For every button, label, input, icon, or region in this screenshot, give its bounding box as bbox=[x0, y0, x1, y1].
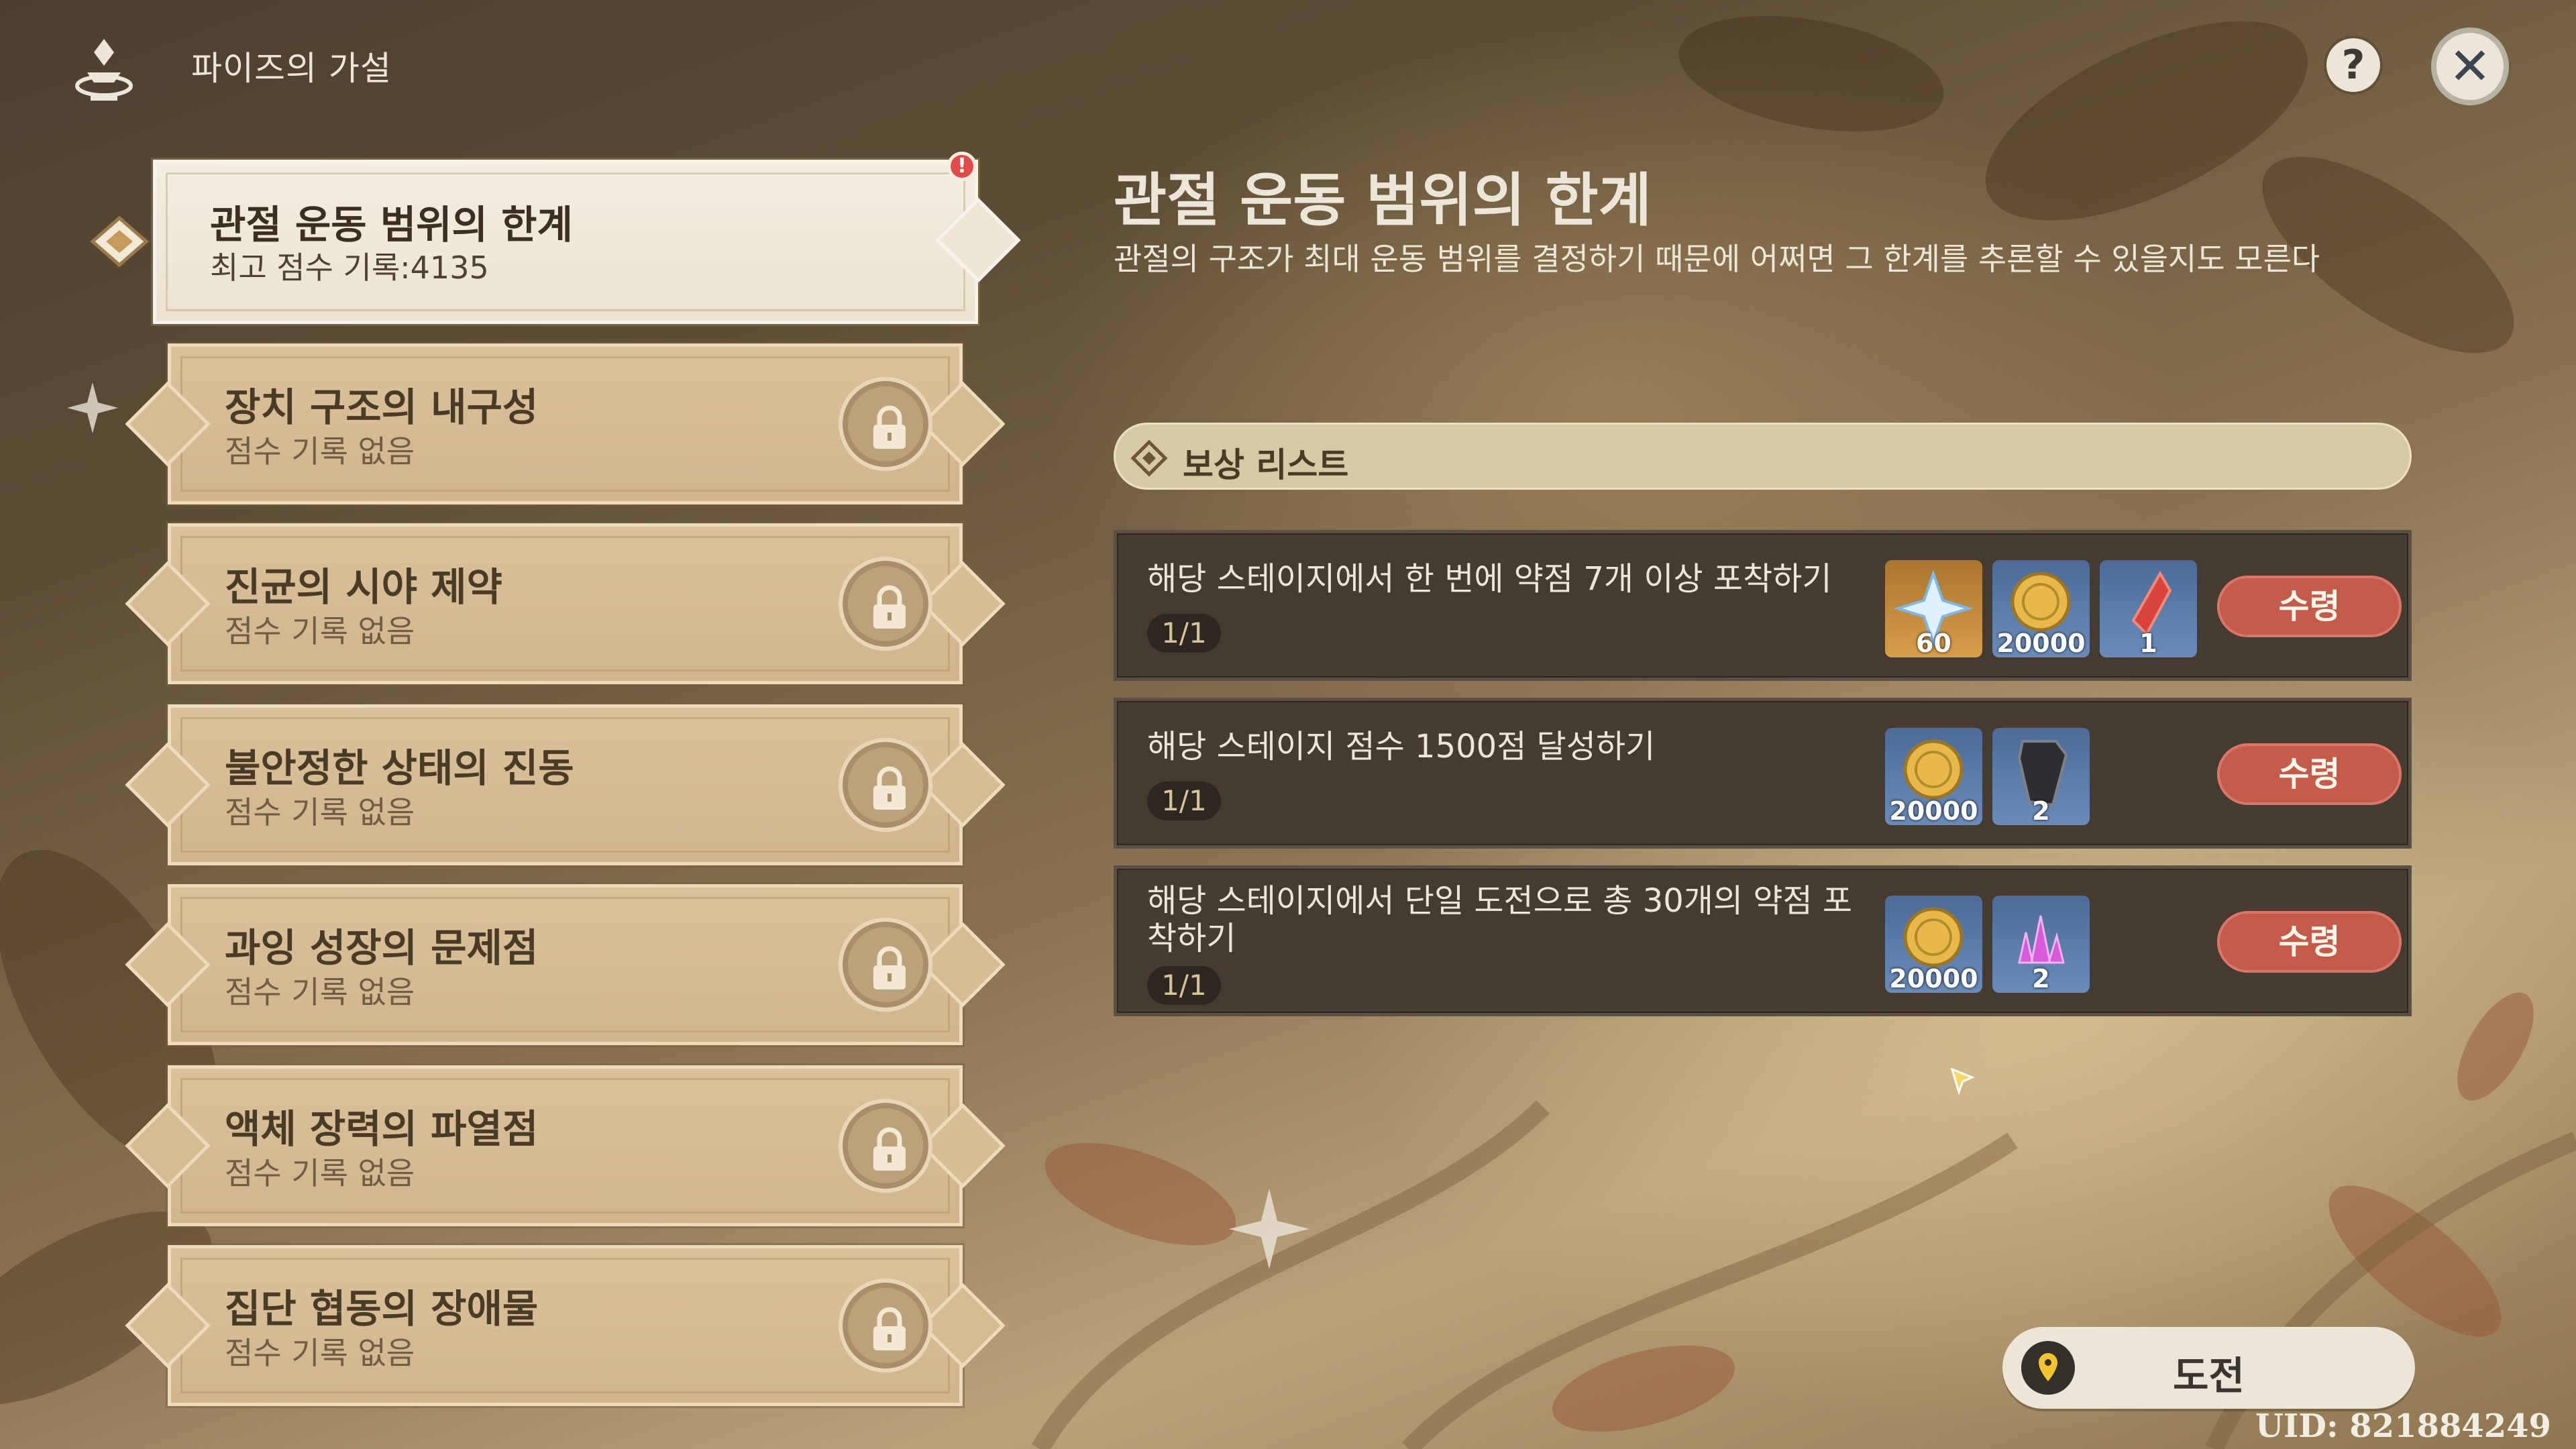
item-count: 20000 bbox=[1889, 964, 1978, 993]
stage-score: 점수 기록 없음 bbox=[225, 613, 415, 649]
lock-icon bbox=[839, 557, 932, 651]
reward-item[interactable]: 2 bbox=[1992, 896, 2090, 993]
stage-item[interactable]: 진균의 시야 제약 점수 기록 없음 bbox=[125, 521, 1006, 686]
reward-item[interactable]: 20000 bbox=[1992, 560, 2090, 657]
stage-score: 점수 기록 없음 bbox=[225, 974, 415, 1010]
page-title: 파이즈의 가설 bbox=[191, 49, 392, 88]
stage-detail-description: 관절의 구조가 최대 운동 범위를 결정하기 때문에 어쩌면 그 한계를 추론할… bbox=[1114, 241, 2320, 277]
task-progress: 1/1 bbox=[1147, 614, 1221, 653]
item-count: 20000 bbox=[1889, 796, 1978, 825]
lock-icon bbox=[839, 377, 932, 471]
stage-score: 점수 기록 없음 bbox=[225, 1155, 415, 1191]
stage-item[interactable]: 액체 장력의 파열점 점수 기록 없음 bbox=[125, 1063, 1006, 1228]
uid-label: UID: 821884249 bbox=[2255, 1407, 2551, 1445]
reward-task-row: 해당 스테이지에서 한 번에 약점 7개 이상 포착하기 1/1 60 2000… bbox=[1114, 530, 2412, 681]
stage-item[interactable]: 장치 구조의 내구성 점수 기록 없음 bbox=[125, 341, 1006, 506]
reward-list-header: 보상 리스트 bbox=[1114, 423, 2412, 490]
task-progress: 1/1 bbox=[1147, 782, 1221, 820]
stage-item[interactable]: 불안정한 상태의 진동 점수 기록 없음 bbox=[125, 702, 1006, 867]
close-button[interactable]: ✕ bbox=[2431, 28, 2509, 105]
item-count: 20000 bbox=[1996, 629, 2086, 657]
stage-title: 진균의 시야 제약 bbox=[225, 564, 502, 610]
reward-item[interactable]: 2 bbox=[1992, 728, 2090, 825]
challenge-button[interactable]: 도전 bbox=[2002, 1327, 2415, 1409]
stage-title: 과잉 성장의 문제점 bbox=[225, 925, 539, 971]
stage-title: 관절 운동 범위의 한계 bbox=[210, 202, 573, 248]
reward-item[interactable]: 1 bbox=[2100, 560, 2197, 657]
help-button[interactable]: ? bbox=[2326, 38, 2380, 92]
stage-title: 집단 협동의 장애물 bbox=[225, 1286, 539, 1332]
stage-score: 점수 기록 없음 bbox=[225, 433, 415, 470]
stage-item-active[interactable]: 관절 운동 범위의 한계 최고 점수 기록:4135 ! bbox=[90, 152, 1021, 326]
task-description: 해당 스테이지에서 한 번에 약점 7개 이상 포착하기 bbox=[1147, 560, 1832, 598]
item-count: 1 bbox=[2139, 629, 2157, 657]
reward-item[interactable]: 60 bbox=[1885, 560, 1982, 657]
stage-title: 액체 장력의 파열점 bbox=[225, 1106, 539, 1152]
stage-score: 점수 기록 없음 bbox=[225, 794, 415, 830]
claim-button[interactable]: 수령 bbox=[2217, 911, 2402, 973]
task-progress: 1/1 bbox=[1147, 966, 1221, 1005]
reward-item[interactable]: 20000 bbox=[1885, 728, 1982, 825]
claim-button[interactable]: 수령 bbox=[2217, 576, 2402, 637]
task-description: 해당 스테이지에서 단일 도전으로 총 30개의 약점 포착하기 bbox=[1147, 882, 1853, 957]
stage-title: 불안정한 상태의 진동 bbox=[225, 745, 574, 791]
reward-task-row: 해당 스테이지에서 단일 도전으로 총 30개의 약점 포착하기 1/1 200… bbox=[1114, 865, 2412, 1016]
challenge-label: 도전 bbox=[2173, 1353, 2245, 1399]
diamond-ornament-icon bbox=[1130, 439, 1168, 477]
stage-item[interactable]: 과잉 성장의 문제점 점수 기록 없음 bbox=[125, 882, 1006, 1047]
claim-button[interactable]: 수령 bbox=[2217, 743, 2402, 805]
lock-icon bbox=[839, 1099, 932, 1193]
item-count: 60 bbox=[1916, 629, 1951, 657]
task-description: 해당 스테이지 점수 1500점 달성하기 bbox=[1147, 728, 1656, 765]
stage-title: 장치 구조의 내구성 bbox=[225, 384, 539, 430]
selected-marker-icon bbox=[90, 215, 149, 268]
reward-item[interactable]: 20000 bbox=[1885, 896, 1982, 993]
stage-item[interactable]: 집단 협동의 장애물 점수 기록 없음 bbox=[125, 1243, 1006, 1408]
lock-icon bbox=[839, 918, 932, 1012]
lock-icon bbox=[839, 738, 932, 832]
reward-list-label: 보상 리스트 bbox=[1183, 445, 1349, 484]
mouse-cursor-icon bbox=[1950, 1067, 1975, 1095]
reward-task-row: 해당 스테이지 점수 1500점 달성하기 1/1 20000 2 수령 bbox=[1114, 698, 2412, 849]
item-count: 2 bbox=[2032, 964, 2050, 993]
stage-score: 최고 점수 기록:4135 bbox=[210, 250, 489, 286]
stage-score: 점수 기록 없음 bbox=[225, 1335, 415, 1371]
lock-icon bbox=[839, 1279, 932, 1373]
item-count: 2 bbox=[2032, 796, 2050, 825]
notification-badge: ! bbox=[947, 152, 977, 181]
event-emblem-icon bbox=[75, 39, 133, 101]
stage-detail-title: 관절 운동 범위의 한계 bbox=[1114, 167, 1652, 234]
